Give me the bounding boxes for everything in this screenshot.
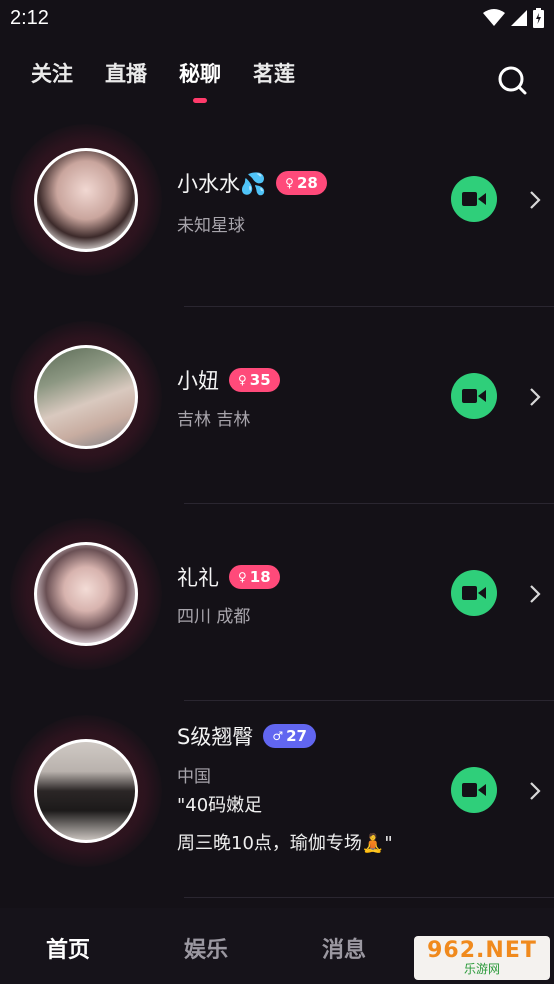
bio-line: "40码嫩足 [177,795,263,816]
row-divider [184,897,554,898]
user-location: 吉林 吉林 [177,410,251,430]
search-icon [498,66,527,95]
search-button[interactable] [496,64,528,96]
male-icon: ♂ [272,729,284,743]
video-call-button[interactable] [451,176,497,222]
female-icon: ♀ [285,176,294,190]
tab-private-chat[interactable]: 秘聊 [179,58,221,104]
video-call-button[interactable] [451,570,497,616]
user-name: 小水水💦 [177,172,267,196]
gender-age-badge: ♀ 35 [229,368,280,392]
user-name: S级翘臀 [177,725,254,749]
avatar[interactable] [34,345,138,449]
watermark-logo: 962.NET 乐游网 [414,936,550,980]
female-icon: ♀ [238,570,247,584]
list-item[interactable]: 礼礼 ♀ 18 四川 成都 [0,504,554,701]
user-bio: "40码嫩足 周三晚10点，瑜伽专场🧘" [177,787,393,863]
video-call-button[interactable] [451,373,497,419]
gender-age-badge: ♀ 28 [276,171,327,195]
tab-follow[interactable]: 关注 [31,58,73,104]
avatar-glow [10,124,162,276]
avatar-glow [10,321,162,473]
status-icons [483,8,544,28]
avatar-image [37,545,135,643]
avatar-image [37,151,135,249]
bottom-tab-entertainment[interactable]: 娱乐 [184,932,228,964]
gender-age-badge: ♂ 27 [263,724,316,748]
video-camera-icon [462,192,486,206]
chevron-right-icon[interactable] [528,190,542,210]
video-call-button[interactable] [451,767,497,813]
avatar-glow [10,518,162,670]
bio-line: 周三晚10点，瑜伽专场🧘" [177,833,393,854]
tab-live[interactable]: 直播 [105,58,147,104]
avatar-glow [10,715,162,867]
list-item[interactable]: 小妞 ♀ 35 吉林 吉林 [0,307,554,504]
active-tab-indicator [193,98,207,103]
video-camera-icon [462,389,486,403]
chevron-right-icon[interactable] [528,781,542,801]
tab-minglian[interactable]: 茗莲 [253,58,295,104]
top-nav: 关注 直播 秘聊 茗莲 [0,58,554,104]
gender-age-badge: ♀ 18 [229,565,280,589]
bottom-tab-messages[interactable]: 消息 [322,932,366,964]
status-time: 2:12 [10,6,49,29]
signal-icon [511,10,527,26]
avatar[interactable] [34,542,138,646]
battery-icon [533,8,544,28]
avatar[interactable] [34,148,138,252]
video-camera-icon [462,783,486,797]
user-location: 未知星球 [177,216,245,236]
bottom-tab-home[interactable]: 首页 [46,932,90,964]
chevron-right-icon[interactable] [528,387,542,407]
list-item[interactable]: 小水水💦 ♀ 28 未知星球 [0,110,554,307]
avatar[interactable] [34,739,138,843]
status-bar: 2:12 [0,0,554,36]
user-name: 礼礼 [177,566,219,590]
avatar-image [37,742,135,840]
user-location: 中国 [177,767,211,787]
avatar-image [37,348,135,446]
female-icon: ♀ [238,373,247,387]
user-name: 小妞 [177,369,219,393]
user-location: 四川 成都 [177,607,251,627]
video-camera-icon [462,586,486,600]
list-item[interactable]: S级翘臀 ♂ 27 中国 "40码嫩足 周三晚10点，瑜伽专场🧘" [0,701,554,898]
chevron-right-icon[interactable] [528,584,542,604]
wifi-icon [483,9,505,26]
